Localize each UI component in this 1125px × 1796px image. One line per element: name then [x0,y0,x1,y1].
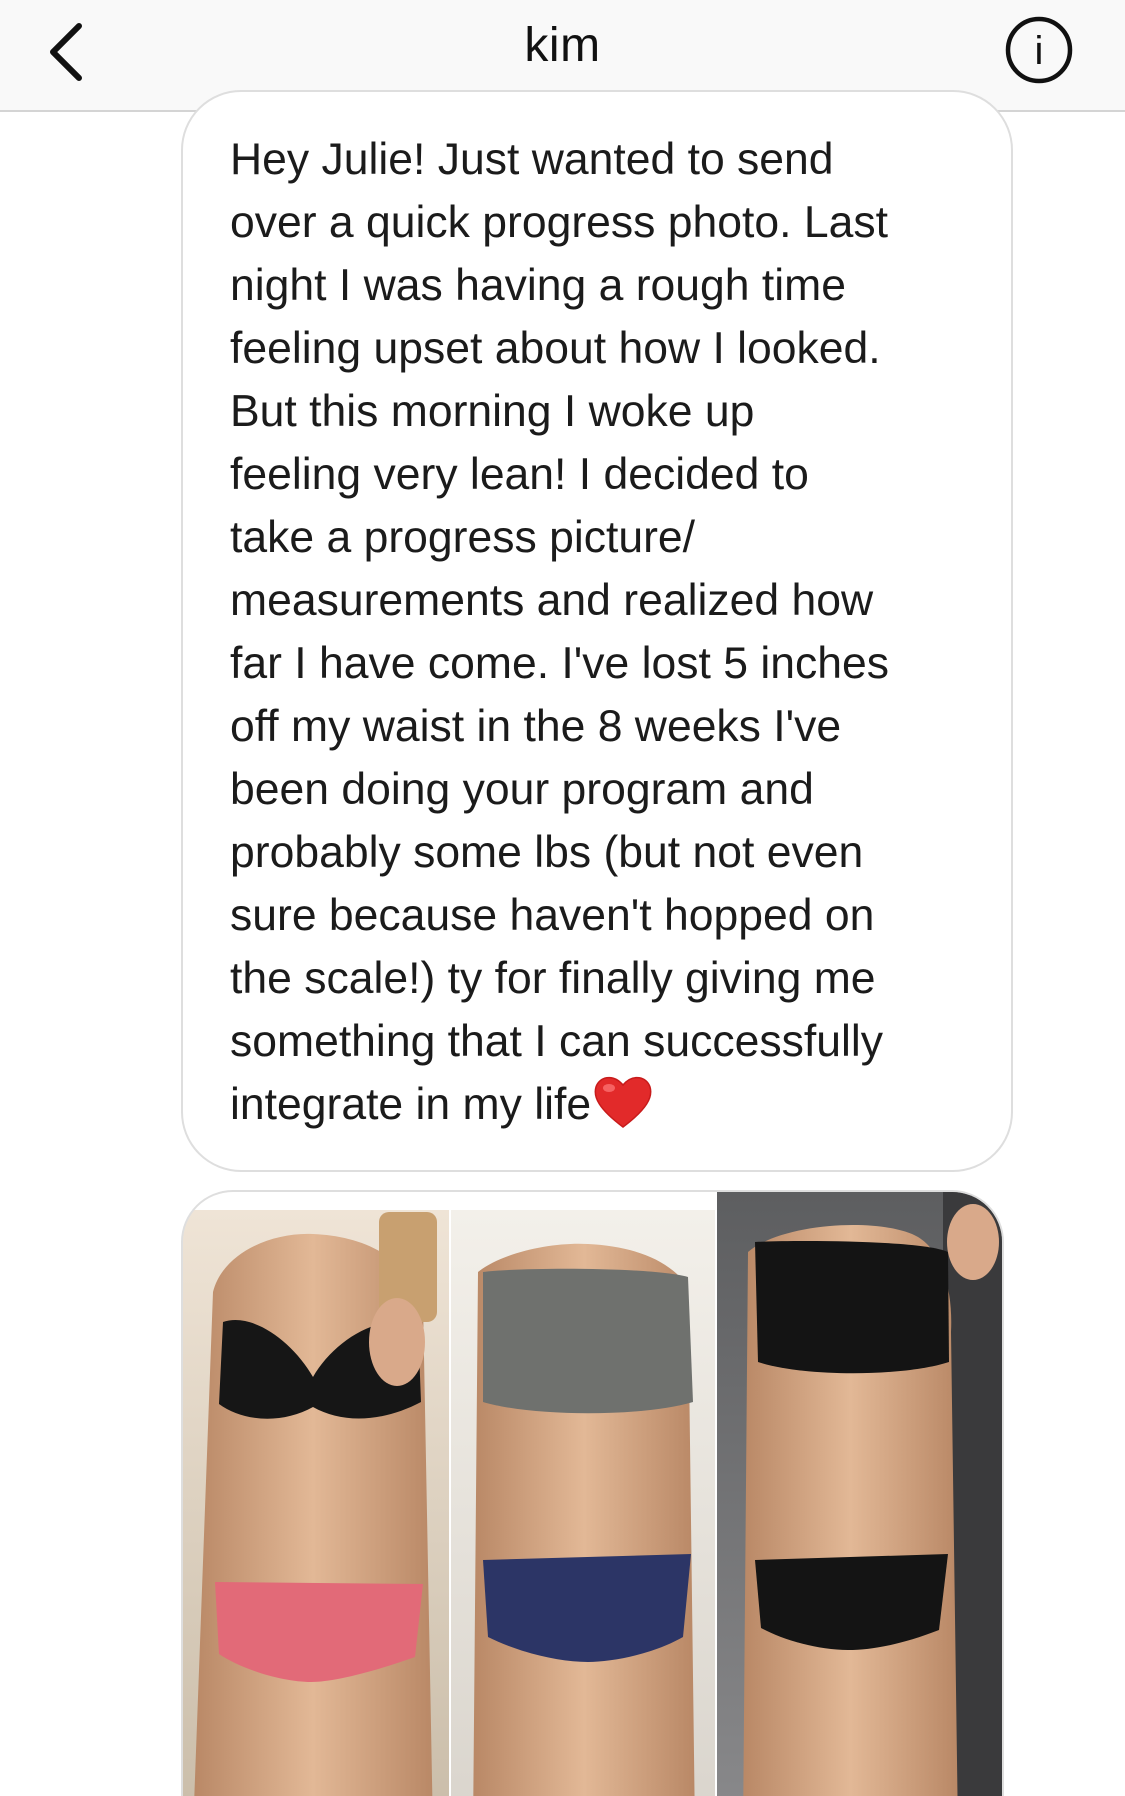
message-text: Hey Julie! Just wanted to send over a qu… [230,135,890,1129]
chat-screen: kim i Hey Julie! Just wanted to send ove… [0,0,1125,1796]
red-heart-icon [593,1073,653,1146]
message-bubble[interactable]: Hey Julie! Just wanted to send over a qu… [181,90,1013,1172]
progress-photo[interactable] [181,1190,1004,1796]
info-glyph: i [1035,29,1044,73]
progress-photo-collage [183,1192,1002,1796]
photo-panel-after [717,1192,1002,1796]
conversation-title[interactable]: kim [0,18,1125,73]
info-button[interactable]: i [1003,14,1075,86]
info-circle-icon: i [1005,16,1073,84]
photo-panel-middle [451,1210,715,1796]
